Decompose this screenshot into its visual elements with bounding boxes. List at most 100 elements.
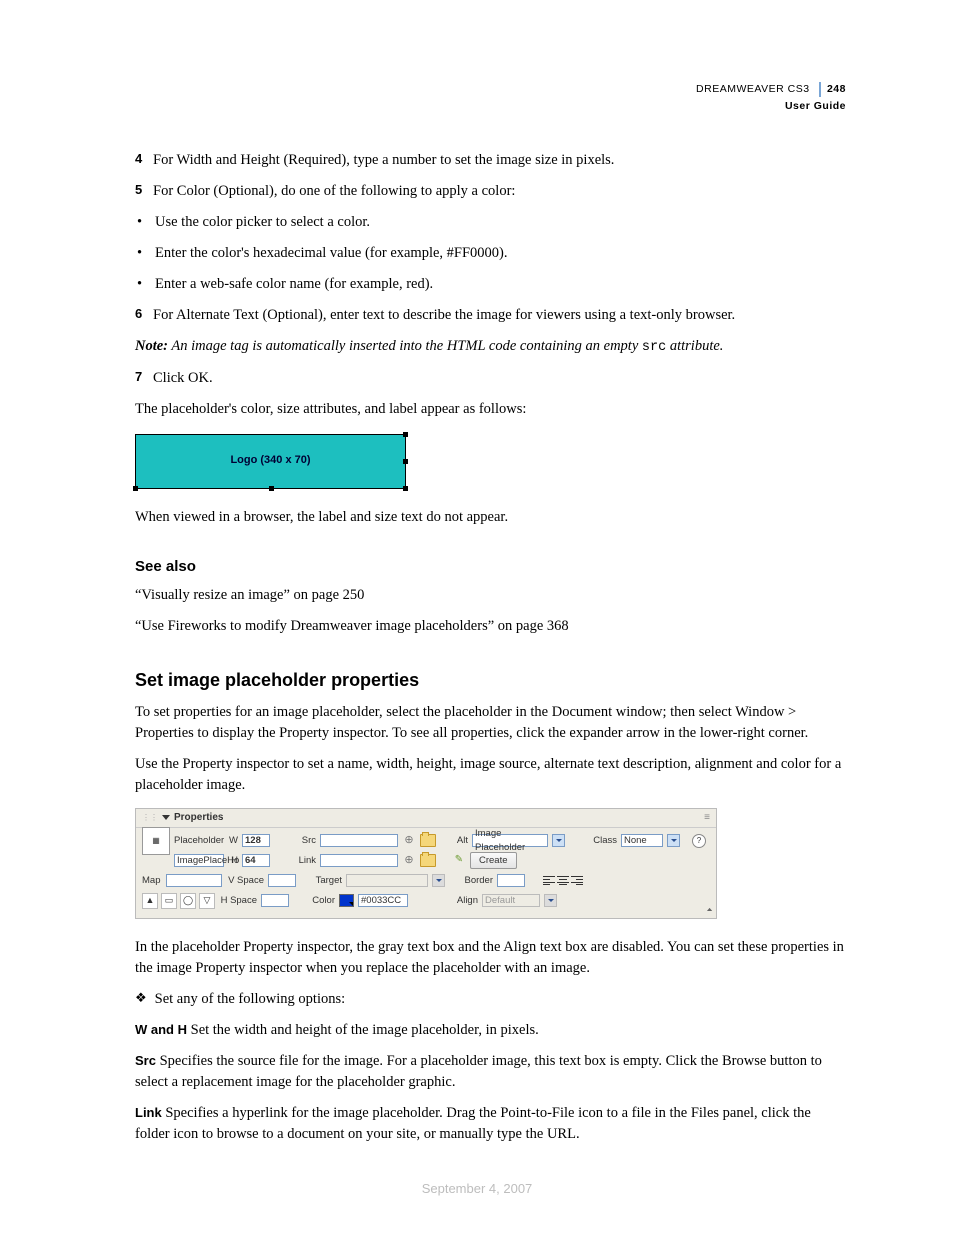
- link-label: Link: [296, 854, 316, 868]
- collapse-triangle-icon: [162, 815, 170, 820]
- vspace-input[interactable]: [268, 874, 296, 887]
- dropdown-arrow-icon[interactable]: [667, 834, 680, 847]
- folder-icon[interactable]: [420, 834, 436, 847]
- bullet-dot: •: [135, 243, 155, 264]
- definition-wh: W and H Set the width and height of the …: [135, 1020, 846, 1041]
- step-5: 5 For Color (Optional), do one of the fo…: [135, 181, 846, 202]
- hspace-input[interactable]: [261, 894, 289, 907]
- bullet-item: • Enter the color's hexadecimal value (f…: [135, 243, 846, 264]
- dropdown-arrow-icon: [432, 874, 445, 887]
- properties-panel-figure: ⋮⋮ Properties ≡ ▦ Placeholder W 128 Src: [135, 808, 717, 920]
- paragraph: In the placeholder Property inspector, t…: [135, 937, 846, 979]
- width-input[interactable]: 128: [242, 834, 270, 847]
- step-number: 5: [135, 181, 153, 202]
- align-left-icon[interactable]: [543, 875, 555, 886]
- expander-arrow-icon[interactable]: ▲: [705, 906, 714, 914]
- poly-hotspot-icon[interactable]: ▽: [199, 893, 215, 909]
- dropdown-arrow-icon[interactable]: [552, 834, 565, 847]
- def-term: Src: [135, 1053, 156, 1068]
- height-input[interactable]: 64: [242, 854, 270, 867]
- step-7: 7 Click OK.: [135, 368, 846, 389]
- step-text: Click OK.: [153, 368, 846, 389]
- panel-title: Properties: [174, 811, 223, 826]
- step-text: For Alternate Text (Optional), enter tex…: [153, 305, 846, 326]
- map-label: Map: [142, 874, 162, 888]
- target-label: Target: [310, 874, 342, 888]
- step-number: 7: [135, 368, 153, 389]
- class-select[interactable]: None: [621, 834, 663, 847]
- note: Note: An image tag is automatically inse…: [135, 336, 846, 358]
- src-input[interactable]: [320, 834, 398, 847]
- name-input[interactable]: ImagePlaceHo: [174, 854, 224, 867]
- alt-input[interactable]: Image Placeholder: [472, 834, 548, 847]
- page-number: 248: [819, 82, 846, 97]
- options-lead: ❖ Set any of the following options:: [135, 989, 846, 1010]
- border-label: Border: [461, 874, 493, 888]
- point-to-file-icon[interactable]: ⊕: [402, 854, 416, 867]
- map-input[interactable]: [166, 874, 222, 887]
- def-term: W and H: [135, 1022, 187, 1037]
- step-text: For Color (Optional), do one of the foll…: [153, 181, 846, 202]
- diamond-bullet-icon: ❖: [135, 989, 147, 1008]
- paragraph: When viewed in a browser, the label and …: [135, 507, 846, 528]
- resize-handle-icon: [133, 486, 138, 491]
- text-align-buttons[interactable]: [543, 875, 583, 886]
- guide-label: User Guide: [696, 99, 846, 114]
- note-code: src: [642, 340, 666, 355]
- align-label: Align: [452, 894, 478, 908]
- note-text-after: attribute.: [666, 338, 723, 354]
- section-heading: Set image placeholder properties: [135, 667, 846, 693]
- align-right-icon[interactable]: [571, 875, 583, 886]
- oval-hotspot-icon[interactable]: ◯: [180, 893, 196, 909]
- paragraph: The placeholder's color, size attributes…: [135, 399, 846, 420]
- dropdown-arrow-icon: [544, 894, 557, 907]
- def-text: Specifies the source file for the image.…: [135, 1053, 822, 1090]
- see-also-heading: See also: [135, 556, 846, 578]
- placeholder-label: Logo (340 x 70): [230, 453, 310, 469]
- options-lead-text: Set any of the following options:: [155, 989, 346, 1010]
- placeholder-figure: Logo (340 x 70): [135, 434, 846, 489]
- page-header: DREAMWEAVER CS3 248 User Guide: [696, 82, 846, 114]
- help-icon[interactable]: ?: [692, 834, 706, 848]
- edit-fireworks-icon[interactable]: ✎: [452, 854, 466, 867]
- resize-handle-icon: [403, 432, 408, 437]
- step-number: 4: [135, 150, 153, 171]
- footer-date: September 4, 2007: [0, 1180, 954, 1199]
- placeholder-thumbnail-icon: ▦: [142, 827, 170, 855]
- cross-reference: “Visually resize an image” on page 250: [135, 585, 846, 606]
- cross-reference: “Use Fireworks to modify Dreamweaver ima…: [135, 616, 846, 637]
- src-label: Src: [296, 834, 316, 848]
- rect-hotspot-icon[interactable]: ▭: [161, 893, 177, 909]
- bullet-dot: •: [135, 274, 155, 295]
- step-6: 6 For Alternate Text (Optional), enter t…: [135, 305, 846, 326]
- placeholder-box: Logo (340 x 70): [135, 434, 406, 489]
- panel-menu-icon: ≡: [704, 811, 710, 826]
- step-4: 4 For Width and Height (Required), type …: [135, 150, 846, 171]
- point-to-file-icon[interactable]: ⊕: [402, 834, 416, 847]
- definition-link: Link Specifies a hyperlink for the image…: [135, 1103, 846, 1145]
- border-input[interactable]: [497, 874, 525, 887]
- vspace-label: V Space: [226, 874, 264, 888]
- step-number: 6: [135, 305, 153, 326]
- placeholder-type-label: Placeholder: [174, 834, 224, 848]
- class-label: Class: [591, 834, 617, 848]
- target-select: [346, 874, 428, 887]
- panel-titlebar: ⋮⋮ Properties ≡: [136, 809, 716, 829]
- bullet-item: • Use the color picker to select a color…: [135, 212, 846, 233]
- alt-label: Alt: [452, 834, 468, 848]
- def-text: Specifies a hyperlink for the image plac…: [135, 1105, 811, 1142]
- color-swatch-icon[interactable]: [339, 894, 354, 907]
- gripper-icon: ⋮⋮: [142, 812, 158, 824]
- folder-icon[interactable]: [420, 854, 436, 867]
- link-input[interactable]: [320, 854, 398, 867]
- align-select: Default: [482, 894, 540, 907]
- pointer-tool-icon[interactable]: ▲: [142, 893, 158, 909]
- note-text-before: An image tag is automatically inserted i…: [168, 338, 642, 354]
- paragraph: To set properties for an image placehold…: [135, 702, 846, 744]
- create-button[interactable]: Create: [470, 852, 517, 869]
- paragraph: Use the Property inspector to set a name…: [135, 754, 846, 796]
- bullet-dot: •: [135, 212, 155, 233]
- def-term: Link: [135, 1105, 162, 1120]
- color-input[interactable]: #0033CC: [358, 894, 408, 907]
- align-center-icon[interactable]: [557, 875, 569, 886]
